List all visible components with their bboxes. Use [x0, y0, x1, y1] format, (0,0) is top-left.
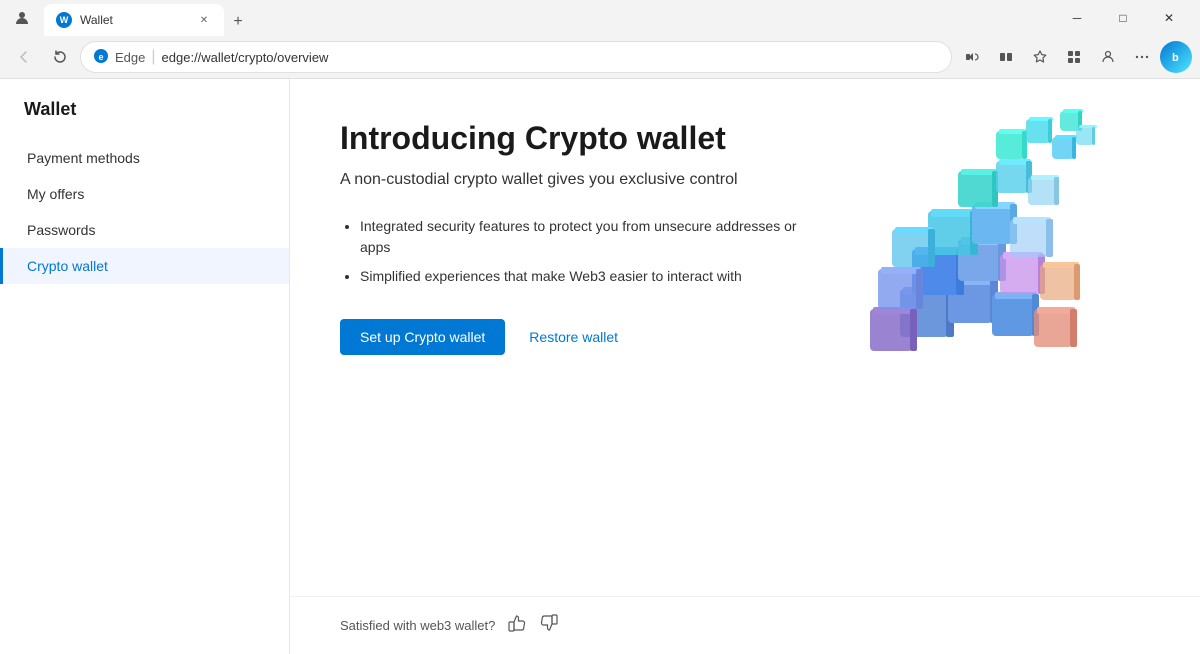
- immersive-reader-icon[interactable]: [990, 41, 1022, 73]
- crypto-illustration: [810, 99, 1150, 399]
- tabs-area: W Wallet ✕ +: [40, 0, 1050, 36]
- tab-close-button[interactable]: ✕: [196, 12, 212, 28]
- new-tab-button[interactable]: +: [224, 8, 252, 36]
- minimize-button[interactable]: ─: [1054, 0, 1100, 36]
- action-buttons: Set up Crypto wallet Restore wallet: [340, 319, 800, 355]
- titlebar-controls: ─ □ ✕: [1054, 0, 1192, 36]
- intro-text: Introducing Crypto wallet A non-custodia…: [340, 119, 800, 355]
- intro-heading: Introducing Crypto wallet: [340, 119, 800, 157]
- intro-subheading: A non-custodial crypto wallet gives you …: [340, 169, 800, 191]
- favorites-icon[interactable]: [1024, 41, 1056, 73]
- setup-crypto-wallet-button[interactable]: Set up Crypto wallet: [340, 319, 505, 355]
- restore-wallet-link[interactable]: Restore wallet: [529, 329, 618, 345]
- svg-text:e: e: [98, 52, 103, 62]
- address-box[interactable]: e Edge | edge://wallet/crypto/overview: [80, 41, 952, 73]
- crypto-visual: [810, 99, 1150, 399]
- addressbar: e Edge | edge://wallet/crypto/overview b: [0, 36, 1200, 78]
- back-button[interactable]: [8, 41, 40, 73]
- toolbar-icons: b: [956, 41, 1192, 73]
- content-footer: Satisfied with web3 wallet?: [290, 596, 1200, 654]
- sidebar-title: Wallet: [0, 99, 289, 140]
- svg-text:b: b: [1172, 52, 1179, 64]
- features-list: Integrated security features to protect …: [340, 216, 800, 287]
- maximize-button[interactable]: □: [1100, 0, 1146, 36]
- sidebar-item-my-offers[interactable]: My offers: [0, 176, 289, 212]
- close-button[interactable]: ✕: [1146, 0, 1192, 36]
- feature-item-2: Simplified experiences that make Web3 ea…: [360, 266, 800, 287]
- sidebar-item-payment-methods[interactable]: Payment methods: [0, 140, 289, 176]
- tab-title: Wallet: [80, 13, 188, 27]
- edge-icon: e: [93, 48, 109, 67]
- active-tab[interactable]: W Wallet ✕: [44, 4, 224, 36]
- sidebar-item-passwords[interactable]: Passwords: [0, 212, 289, 248]
- edge-label: Edge: [115, 50, 145, 65]
- profile-icon[interactable]: [1092, 41, 1124, 73]
- sidebar-nav: Payment methods My offers Passwords Cryp…: [0, 140, 289, 284]
- profile-button[interactable]: [8, 4, 36, 32]
- browser-content: Wallet Payment methods My offers Passwor…: [0, 78, 1200, 654]
- intro-section: Introducing Crypto wallet A non-custodia…: [340, 119, 1150, 614]
- tab-favicon: W: [56, 12, 72, 28]
- titlebar: W Wallet ✕ + ─ □ ✕: [0, 0, 1200, 36]
- sidebar-item-crypto-wallet[interactable]: Crypto wallet: [0, 248, 289, 284]
- sidebar: Wallet Payment methods My offers Passwor…: [0, 79, 290, 654]
- read-aloud-icon[interactable]: [956, 41, 988, 73]
- address-url: edge://wallet/crypto/overview: [162, 50, 939, 65]
- feedback-label: Satisfied with web3 wallet?: [340, 618, 495, 633]
- thumbs-up-icon[interactable]: [507, 613, 527, 638]
- feature-item-1: Integrated security features to protect …: [360, 216, 800, 258]
- address-separator: |: [151, 48, 155, 66]
- refresh-button[interactable]: [44, 41, 76, 73]
- collections-icon[interactable]: [1058, 41, 1090, 73]
- bing-chat-icon[interactable]: b: [1160, 41, 1192, 73]
- main-content: Introducing Crypto wallet A non-custodia…: [290, 79, 1200, 654]
- thumbs-down-icon[interactable]: [539, 613, 559, 638]
- more-options-icon[interactable]: [1126, 41, 1158, 73]
